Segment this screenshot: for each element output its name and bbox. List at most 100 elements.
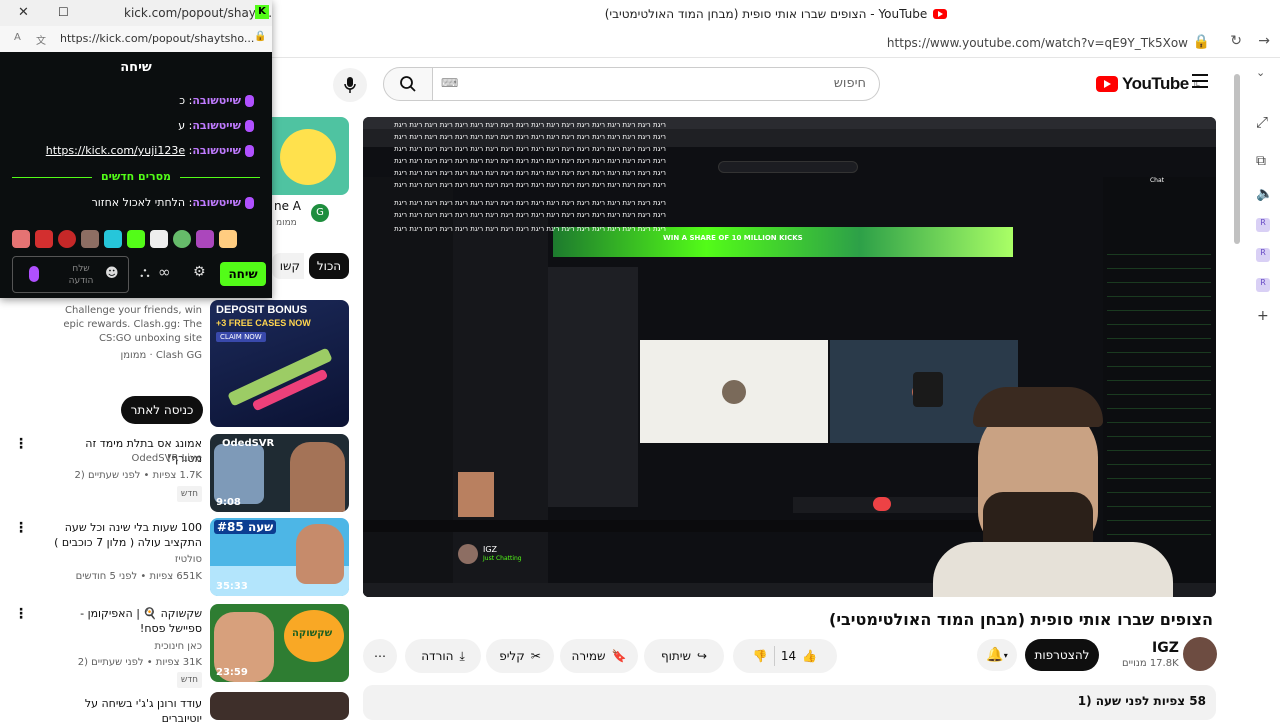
search-input[interactable] — [433, 67, 880, 101]
extension-r-icon[interactable]: R — [1256, 278, 1270, 292]
gear-icon[interactable]: ⚙ — [193, 264, 206, 280]
hamburger-menu-icon[interactable] — [1192, 74, 1208, 88]
ad-banner[interactable]: DEPOSIT BONUS +3 FREE CASES NOW CLAIM NO… — [210, 300, 349, 427]
popout-url[interactable]: https://kick.com/popout/shaytsho... — [60, 32, 254, 45]
channel-name[interactable]: IGZ — [1152, 640, 1179, 656]
video-duration: 9:08 — [216, 497, 241, 508]
mic-icon[interactable] — [29, 266, 39, 282]
like-dislike-group[interactable]: 👍 14 👎 — [733, 639, 837, 673]
rec-channel[interactable]: כאן חינוכית — [52, 640, 202, 654]
send-chat-button[interactable]: שיחה — [220, 262, 266, 286]
more-options-icon[interactable]: ⋮ — [14, 520, 28, 536]
emote-icon[interactable] — [81, 230, 99, 248]
youtube-logo[interactable]: YouTube IL — [1096, 74, 1200, 94]
emote-icon[interactable] — [12, 230, 30, 248]
more-actions-button[interactable]: ⋯ — [363, 639, 397, 673]
emote-icon[interactable] — [104, 230, 122, 248]
close-icon[interactable]: ✕ — [18, 5, 29, 20]
more-options-icon[interactable]: ⋮ — [14, 606, 28, 622]
rec-meta: 1.7K צפיות • לפני שעתיים (2 — [74, 470, 202, 481]
chat-username[interactable]: שייטשובה — [192, 94, 241, 107]
extension-r-icon[interactable]: R — [1256, 248, 1270, 262]
kick-popout-window: ✕ ☐ kick.com/popout/shayt... K A 文 https… — [0, 0, 272, 298]
rec-channel[interactable]: סולטיז — [52, 553, 202, 567]
youtube-play-icon — [1096, 76, 1118, 92]
partial-card-sub: ממומ — [276, 218, 297, 228]
emote-icon[interactable] — [127, 230, 145, 248]
search-button[interactable] — [383, 67, 433, 101]
chat-link[interactable]: https://kick.com/yuji123e — [46, 144, 185, 157]
stream-left-nav — [363, 177, 453, 597]
join-button[interactable]: להצטרפות — [1025, 639, 1099, 671]
more-options-icon[interactable]: ⋮ — [14, 436, 28, 452]
reader-icon[interactable]: A — [14, 32, 21, 43]
rec-title[interactable]: 100 שעות בלי שינה וכל שעה התקציב עולה ( … — [52, 520, 202, 550]
more-icon: ⋯ — [374, 649, 386, 663]
scrollbar[interactable] — [1234, 74, 1240, 244]
forward-icon[interactable]: → — [1258, 33, 1270, 49]
emoji-icon[interactable]: ☻ — [105, 266, 119, 281]
rec-thumbnail[interactable] — [210, 692, 349, 720]
emote-icon[interactable] — [58, 230, 76, 248]
download-button[interactable]: ⤓ הורדה — [405, 639, 481, 673]
emote-icon[interactable] — [219, 230, 237, 248]
clip-button[interactable]: ✂ קליפ — [486, 639, 554, 673]
reload-icon[interactable]: ↻ — [1230, 33, 1242, 49]
dislike-icon[interactable]: 👎 — [753, 649, 768, 663]
ad-title[interactable]: Challenge your friends, win epic rewards… — [52, 304, 202, 346]
emote-icon[interactable] — [173, 230, 191, 248]
logo-text: YouTube — [1122, 74, 1189, 93]
rec-title[interactable]: עודד ורונן ג'ג'י בשיחה על יוטיוברים — [52, 696, 202, 726]
chat-input[interactable]: שלח הודעה ☻ — [12, 256, 129, 293]
video-player[interactable]: WIN A SHARE OF 10 MILLION KICKS IGZ Just… — [363, 117, 1216, 597]
search-icon — [400, 76, 416, 92]
chevron-down-icon[interactable]: ⌄ — [1256, 66, 1265, 79]
popout-address-bar[interactable]: A 文 https://kick.com/popout/shaytsho... … — [0, 26, 272, 52]
views-and-date: 58 צפיות לפני שעה (1 — [1077, 694, 1206, 708]
extension-r-icon[interactable]: R — [1256, 218, 1270, 232]
popout-title: kick.com/popout/shayt... — [124, 6, 273, 20]
scissors-icon: ✂ — [530, 649, 541, 663]
chat-username[interactable]: שייטשובה — [192, 119, 241, 132]
chip-related[interactable]: קשו — [272, 253, 304, 279]
save-button[interactable]: 🔖 שמירה — [560, 639, 638, 673]
chat-input-placeholder: שלח הודעה — [68, 264, 94, 286]
address-bar[interactable]: https://www.youtube.com/watch?v=qE9Y_Tk5… — [272, 28, 1280, 58]
emote-icon[interactable] — [35, 230, 53, 248]
emote-bar — [12, 230, 248, 250]
emote-icon[interactable] — [150, 230, 168, 248]
like-icon[interactable]: 👍 — [802, 649, 817, 663]
thumb-face — [296, 524, 344, 584]
expand-icon[interactable]: ⤢ — [1256, 113, 1268, 131]
ad-cta-button[interactable]: כניסה לאתר — [121, 396, 203, 424]
plus-icon[interactable]: + — [1257, 308, 1269, 324]
rec-meta: 31K צפיות • לפני שעתיים (2 — [77, 657, 202, 668]
translate-icon[interactable]: 文 — [36, 32, 46, 47]
chat-text: ע — [178, 119, 186, 132]
chat-username[interactable]: שייטשובה — [192, 196, 241, 209]
pip-icon[interactable]: ⧉ — [1256, 153, 1266, 169]
emote-icon[interactable] — [196, 230, 214, 248]
chip-all[interactable]: הכול — [309, 253, 349, 279]
thumb-text: שקשוקה — [292, 628, 333, 639]
chat-message: שייטשובה: https://kick.com/yuji123e — [46, 144, 254, 157]
chat-username[interactable]: שייטשובה — [192, 144, 241, 157]
ad-banner-line2: +3 FREE CASES NOW — [216, 318, 311, 328]
rec-thumbnail[interactable]: OdedSVR 9:08 — [210, 434, 349, 512]
headphones — [913, 372, 943, 407]
notification-bell-button[interactable]: 🔔 ▾ — [977, 639, 1017, 671]
url-text[interactable]: https://www.youtube.com/watch?v=qE9Y_Tk5… — [887, 36, 1188, 50]
rec-channel[interactable]: OdedSVR Live — [52, 452, 202, 466]
youtube-favicon-icon — [933, 9, 948, 19]
channel-avatar[interactable] — [1183, 637, 1217, 671]
sound-icon[interactable]: 🔈 — [1256, 186, 1273, 202]
rec-thumbnail[interactable]: שקשוקה 23:59 — [210, 604, 349, 682]
maximize-icon[interactable]: ☐ — [58, 5, 69, 19]
keyboard-icon[interactable]: ⌨ — [441, 76, 458, 90]
infinity-icon[interactable]: ∞ — [158, 263, 171, 281]
share-button[interactable]: ↪ שיתוף — [644, 639, 724, 673]
users-icon[interactable]: ⛬ — [140, 265, 150, 281]
voice-search-button[interactable] — [333, 68, 367, 102]
rec-thumbnail[interactable]: שעה #85 35:33 — [210, 518, 349, 596]
rec-title[interactable]: שקשוקה 🍳 | האפיקומן - ספיישל פסח! — [52, 606, 202, 636]
